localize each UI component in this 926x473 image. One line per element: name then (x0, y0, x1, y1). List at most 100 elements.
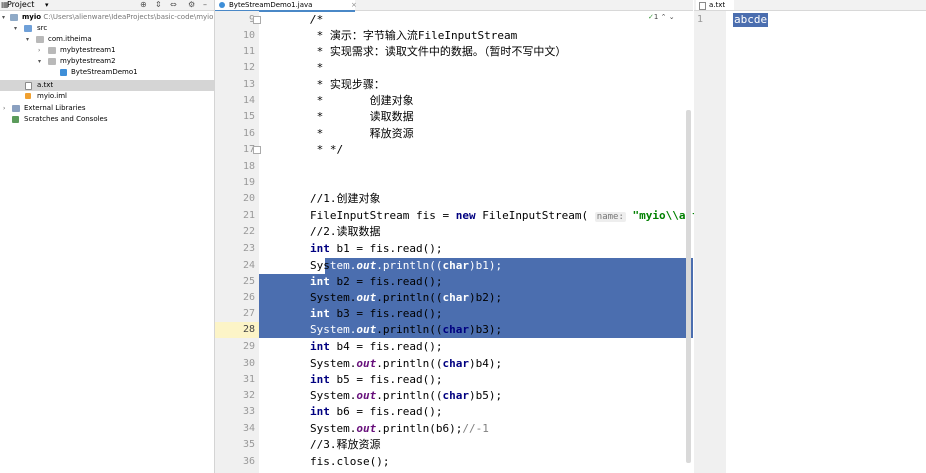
scratches-icon (12, 116, 19, 123)
code-text: int b2 = fis.read(); (310, 274, 443, 290)
code-line[interactable]: 27 int b3 = fis.read(); (215, 306, 693, 322)
package-icon (48, 58, 56, 65)
line-number: 17 (242, 144, 255, 155)
tree-item-myio-iml[interactable]: myio.iml (0, 91, 214, 102)
tree-item-src[interactable]: ▾ src (0, 23, 214, 34)
code-line[interactable]: 19 (215, 175, 693, 191)
line-number: 12 (242, 62, 255, 73)
code-line[interactable]: 29 int b4 = fis.read(); (215, 339, 693, 355)
code-line[interactable]: 12 * (215, 60, 693, 76)
tree-item-a-txt[interactable]: a.txt (0, 80, 214, 91)
line-number: 18 (242, 161, 255, 172)
code-line[interactable]: 14 * 创建对象 (215, 93, 693, 109)
code-token: b3 = fis.read(); (329, 307, 443, 320)
code-line[interactable]: 9 /* (215, 12, 693, 28)
code-token: System. (310, 422, 357, 435)
chevron-down-icon[interactable]: ▾ (38, 56, 41, 67)
module-folder-icon (10, 14, 18, 21)
tree-item-label: External Libraries (24, 104, 86, 112)
code-line[interactable]: 32 System.out.println((char)b5); (215, 388, 693, 404)
code-line[interactable]: 24 System.out.println((char)b1); (215, 258, 693, 274)
tree-item-mybytestream2[interactable]: ▾ mybytestream2 (0, 56, 214, 67)
keyword-token: int (310, 275, 330, 288)
code-line[interactable]: 11 * 实现需求：读取文件中的数据。（暂时不写中文） (215, 44, 693, 60)
keyword-token: char (442, 323, 469, 336)
tree-item-label: a.txt (37, 81, 54, 89)
code-line[interactable]: 15 * 读取数据 (215, 109, 693, 125)
chevron-right-icon[interactable]: › (38, 45, 40, 56)
minimize-icon[interactable]: – (203, 0, 207, 10)
comment-token: //-1 (462, 422, 489, 435)
chevron-down-icon[interactable]: ▾ (45, 0, 49, 10)
code-line[interactable]: 17 * */ (215, 142, 693, 158)
code-token: Sys (310, 259, 330, 272)
code-line[interactable]: 13 * 实现步骤： (215, 77, 693, 93)
code-text: //3.释放资源 (310, 438, 381, 451)
code-line[interactable]: 21 FileInputStream fis = new FileInputSt… (215, 208, 719, 224)
code-line[interactable]: 18 (215, 159, 693, 175)
tree-item-com-itheima[interactable]: ▾ com.itheima (0, 34, 214, 45)
line-number: 9 (248, 14, 255, 25)
code-token: b5 = fis.read(); (329, 373, 443, 386)
code-line[interactable]: 20 //1.创建对象 (215, 191, 693, 207)
field-token: out (356, 291, 377, 304)
keyword-token: char (442, 291, 469, 304)
code-token: tem. (329, 259, 357, 272)
code-line-current[interactable]: 28 System.out.println((char)b3); (215, 322, 693, 338)
code-text: System.out.println((char)b2); (310, 290, 503, 306)
fold-icon[interactable] (253, 16, 261, 24)
code-text: //1.创建对象 (310, 192, 381, 205)
file-content-text[interactable]: abcde (733, 13, 769, 27)
code-text: * 释放资源 (310, 127, 414, 140)
gear-icon[interactable]: ⚙ (188, 0, 195, 10)
code-token: )b5); (468, 389, 503, 402)
code-line[interactable]: 16 * 释放资源 (215, 126, 693, 142)
chevron-right-icon[interactable]: › (3, 103, 5, 114)
code-line[interactable]: 23 int b1 = fis.read(); (215, 241, 693, 257)
text-file-icon (25, 82, 32, 90)
tree-item-label: myio (22, 13, 42, 21)
keyword-token: char (442, 259, 469, 272)
tree-item-myio[interactable]: ▾ myio C:\Users\alienware\IdeaProjects\b… (0, 12, 214, 23)
chevron-down-icon[interactable]: ▾ (14, 23, 17, 34)
tree-item-label: com.itheima (48, 35, 92, 43)
package-icon (36, 36, 44, 43)
expand-icon[interactable]: ⇔ (170, 0, 177, 10)
code-line[interactable]: 34 System.out.println(b6);//-1 (215, 421, 693, 437)
code-token: .println(( (376, 389, 443, 402)
code-line[interactable]: 25 int b2 = fis.read(); (215, 274, 693, 290)
code-line[interactable]: 30 System.out.println((char)b4); (215, 356, 693, 372)
tree-item-label: ByteStreamDemo1 (71, 68, 138, 76)
locate-icon[interactable]: ⊕ (140, 0, 147, 10)
project-panel-title[interactable]: Project (7, 0, 34, 10)
text-file-editor[interactable] (694, 0, 926, 473)
code-line[interactable]: 22 //2.读取数据 (215, 224, 693, 240)
code-line[interactable]: 33 int b6 = fis.read(); (215, 404, 693, 420)
code-text: int b4 = fis.read(); (310, 339, 442, 355)
tree-item-label: src (37, 24, 48, 32)
code-line[interactable]: 35 //3.释放资源 (215, 437, 693, 453)
code-line[interactable]: 31 int b5 = fis.read(); (215, 372, 693, 388)
code-line[interactable]: 10 * 演示：字节输入流FileInputStream (215, 28, 693, 44)
code-line[interactable]: 36 fis.close(); (215, 454, 693, 470)
code-token: .println(b6); (376, 422, 463, 435)
code-text: /* (310, 13, 324, 26)
collapse-icon[interactable]: ⇕ (155, 0, 162, 10)
fold-icon[interactable] (253, 146, 261, 154)
code-text: System.out.println(b6);//-1 (310, 421, 489, 437)
line-number: 16 (242, 128, 255, 139)
chevron-down-icon[interactable]: ▾ (26, 34, 29, 45)
tree-item-scratches[interactable]: Scratches and Consoles (0, 114, 214, 125)
field-token: out (356, 259, 377, 272)
chevron-down-icon[interactable]: ▾ (2, 12, 5, 23)
code-line[interactable]: 26 System.out.println((char)b2); (215, 290, 693, 306)
editor-tab-a-txt[interactable]: a.txt (696, 0, 734, 10)
close-icon[interactable]: × (351, 0, 357, 10)
code-text: fis.close(); (310, 455, 390, 468)
editor-scrollbar[interactable] (686, 110, 691, 463)
tree-item-external-libraries[interactable]: › External Libraries (0, 103, 214, 114)
tree-item-mybytestream1[interactable]: › mybytestream1 (0, 45, 214, 56)
tree-item-label: myio.iml (37, 92, 67, 100)
code-text: int b5 = fis.read(); (310, 372, 442, 388)
tree-item-bytestreamdemo1[interactable]: ByteStreamDemo1 (0, 67, 214, 78)
